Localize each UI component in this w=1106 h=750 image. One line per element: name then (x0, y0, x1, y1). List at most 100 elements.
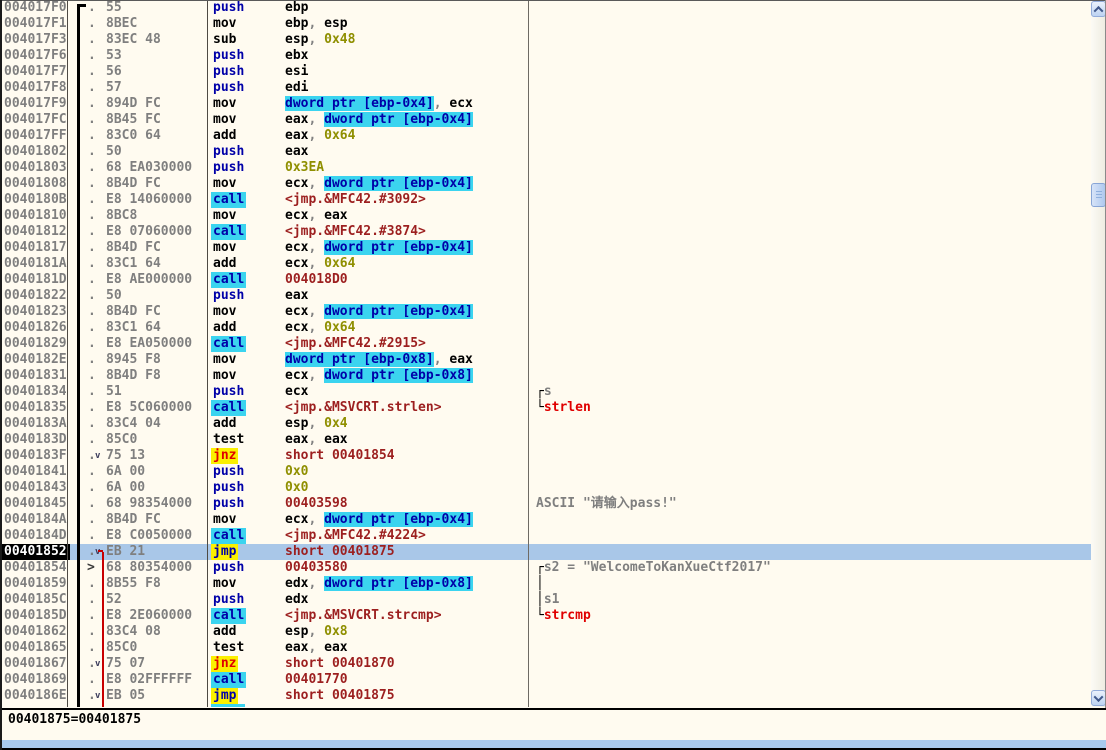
disasm-row[interactable]: 00401802. 50 push eax (0, 144, 1091, 160)
disasm-row[interactable]: 00401841. 6A 00 push 0x0 (0, 464, 1091, 480)
disasm-row[interactable]: 0040184D. E8 C0050000 call <jmp.&MFC42.#422… (0, 528, 1091, 544)
chevron-down-icon (1093, 691, 1104, 702)
hex-bytes: 8B4D FC (106, 304, 161, 319)
disasm-row[interactable]: 0040184A. 8B4D FC mov ecx, dword ptr [ebp-0… (0, 512, 1091, 528)
function-scope-bracket-top (77, 4, 86, 7)
jump-direction-icon: v (95, 659, 101, 669)
disasm-row[interactable]: 00401826. 83C1 64 add ecx, 0x64 (0, 320, 1091, 336)
disasm-row[interactable]: 0040185C. 52 push edx │s1 (0, 592, 1091, 608)
disasm-row[interactable]: 0040181A. 83C1 64 add ecx, 0x64 (0, 256, 1091, 272)
disasm-row[interactable]: 0040183A. 83C4 04 add esp, 0x4 (0, 416, 1091, 432)
operands: ecx, dword ptr [ebp-0x8] (285, 368, 473, 383)
mnemonic: add (213, 320, 237, 335)
disasm-row[interactable]: 004017FC. 8B45 FC mov eax, dword ptr [ebp-0… (0, 112, 1091, 128)
address-cell: 004017F6 (4, 48, 67, 63)
comment: │ (536, 576, 544, 591)
disasm-row[interactable]: 00401852. v EB 21 jmp short 00401875 (0, 544, 1091, 560)
hex-bytes: 8BC8 (106, 208, 138, 223)
operands: <jmp.&MSVCRT.strcmp> (285, 608, 442, 623)
disasm-row[interactable]: 004017FF. 83C0 64 add eax, 0x64 (0, 128, 1091, 144)
operands: eax (285, 144, 309, 159)
disasm-row[interactable]: 004017F7. 56 push esi (0, 64, 1091, 80)
address-cell: 004017F1 (4, 16, 67, 31)
disasm-row[interactable]: 004017F3. 83EC 48 sub esp, 0x48 (0, 32, 1091, 48)
disasm-row[interactable]: 0040186E. v EB 05 jmp short 00401875 (0, 688, 1091, 704)
disasm-row[interactable]: 00401865. 85C0 test eax, eax (0, 640, 1091, 656)
disasm-row[interactable]: 00401862. 83C4 08 add esp, 0x8 (0, 624, 1091, 640)
mnemonic: mov (213, 352, 237, 367)
disasm-row[interactable]: 00401835. E8 5C060000 call <jmp.&MSVCRT.str… (0, 400, 1091, 416)
column-separator-disasm[interactable] (528, 0, 529, 707)
mnemonic: jnz (211, 448, 239, 464)
operands: short 00401854 (285, 448, 395, 463)
hex-bytes: 8BEC (106, 16, 138, 31)
disasm-row[interactable]: 00401854 >68 80354000 push 00403580 ┌s2 = "W… (0, 560, 1091, 576)
mnemonic: push (213, 384, 245, 399)
disasm-row[interactable]: 00401867. v 75 07 jnz short 00401870 (0, 656, 1091, 672)
disasm-row[interactable]: 0040180B. E8 14060000 call <jmp.&MFC42.#309… (0, 192, 1091, 208)
operands: <jmp.&MFC42.#3092> (285, 192, 426, 207)
disasm-row[interactable]: 00401843. 6A 00 push 0x0 (0, 480, 1091, 496)
disasm-row[interactable]: 0040185D. E8 2E060000 call <jmp.&MSVCRT.str… (0, 608, 1091, 624)
disasm-row[interactable]: 00401822. 50 push eax (0, 288, 1091, 304)
scroll-down-button[interactable] (1091, 690, 1106, 706)
operands: ecx, dword ptr [ebp-0x4] (285, 512, 473, 527)
hex-bytes: 8B4D FC (106, 176, 161, 191)
mnemonic: test (213, 640, 245, 655)
hex-bytes: EB 05 (106, 688, 146, 703)
column-separator-address[interactable] (67, 0, 68, 707)
disasm-row[interactable]: 00401812. E8 07060000 call <jmp.&MFC42.#387… (0, 224, 1091, 240)
operands: dword ptr [ebp-0x4], ecx (285, 96, 473, 111)
disasm-row[interactable]: 00401845. 68 98354000 push 00403598 ASCII "请… (0, 496, 1091, 512)
operands: short 00401875 (285, 688, 395, 703)
address-cell: 00401845 (4, 496, 67, 511)
flow-marker: . (88, 32, 96, 47)
disasm-row[interactable]: 004017F6. 53 push ebx (0, 48, 1091, 64)
hex-bytes: EB 21 (106, 544, 146, 559)
disasm-row[interactable]: 0040183F. v 75 13 jnz short 00401854 (0, 448, 1091, 464)
operands: edx, dword ptr [ebp-0x8] (285, 576, 473, 591)
disasm-row[interactable]: 00401803. 68 EA030000 push 0x3EA (0, 160, 1091, 176)
disasm-row[interactable]: 0040182E. 8945 F8 mov dword ptr [ebp-0x8], … (0, 352, 1091, 368)
disasm-row[interactable]: 0040183D. 85C0 test eax, eax (0, 432, 1091, 448)
mnemonic: call (211, 608, 247, 624)
flow-marker: . (88, 128, 96, 143)
address-cell: 004017F7 (4, 64, 67, 79)
disasm-row[interactable]: 004017F8. 57 push edi (0, 80, 1091, 96)
disasm-row[interactable]: 0040181D. E8 AE000000 call 004018D0 (0, 272, 1091, 288)
flow-marker: . (88, 432, 96, 447)
operands: eax, eax (285, 432, 348, 447)
disasm-row[interactable]: 00401808. 8B4D FC mov ecx, dword ptr [ebp-0… (0, 176, 1091, 192)
vertical-scrollbar[interactable] (1091, 0, 1106, 707)
disasm-row[interactable]: 00401859. 8B55 F8 mov edx, dword ptr [ebp-0… (0, 576, 1091, 592)
flow-marker: . (88, 192, 96, 207)
operands: ecx, dword ptr [ebp-0x4] (285, 240, 473, 255)
left-edge (0, 0, 2, 750)
disasm-row[interactable]: 00401869. E8 02FFFFFF call 00401770 (0, 672, 1091, 688)
mnemonic: jmp (211, 688, 239, 704)
operands: <jmp.&MFC42.#2915> (285, 336, 426, 351)
hex-bytes: 56 (106, 64, 122, 79)
address-cell: 00401831 (4, 368, 67, 383)
column-separator-hex[interactable] (207, 0, 208, 707)
disasm-row[interactable]: 004017F0. 55 push ebp (0, 0, 1091, 16)
disasm-row[interactable]: 004017F9. 894D FC mov dword ptr [ebp-0x4], … (0, 96, 1091, 112)
function-scope-bracket (77, 4, 80, 707)
disasm-row[interactable]: 00401810. 8BC8 mov ecx, eax (0, 208, 1091, 224)
flow-marker: . (88, 496, 96, 511)
disasm-row[interactable]: 004017F1. 8BEC mov ebp, esp (0, 16, 1091, 32)
scrollbar-thumb[interactable] (1091, 183, 1106, 207)
scroll-up-button[interactable] (1091, 1, 1106, 17)
operands: esi (285, 64, 309, 79)
hex-bytes: 8B4D FC (106, 240, 161, 255)
disasm-row[interactable]: 00401834. 51 push ecx ┌s (0, 384, 1091, 400)
hex-bytes: 83C1 64 (106, 320, 161, 335)
flow-marker: . (88, 0, 96, 15)
disasm-row[interactable]: 00401831. 8B4D F8 mov ecx, dword ptr [ebp-0… (0, 368, 1091, 384)
operands: eax, 0x64 (285, 128, 356, 143)
comment: ASCII "请输入pass!" (536, 496, 677, 511)
disasm-row[interactable]: 00401823. 8B4D FC mov ecx, dword ptr [ebp-0… (0, 304, 1091, 320)
disasm-row[interactable]: 00401829. E8 EA050000 call <jmp.&MFC42.#291… (0, 336, 1091, 352)
flow-marker: . (88, 400, 96, 415)
disasm-row[interactable]: 00401817. 8B4D FC mov ecx, dword ptr [ebp-0… (0, 240, 1091, 256)
